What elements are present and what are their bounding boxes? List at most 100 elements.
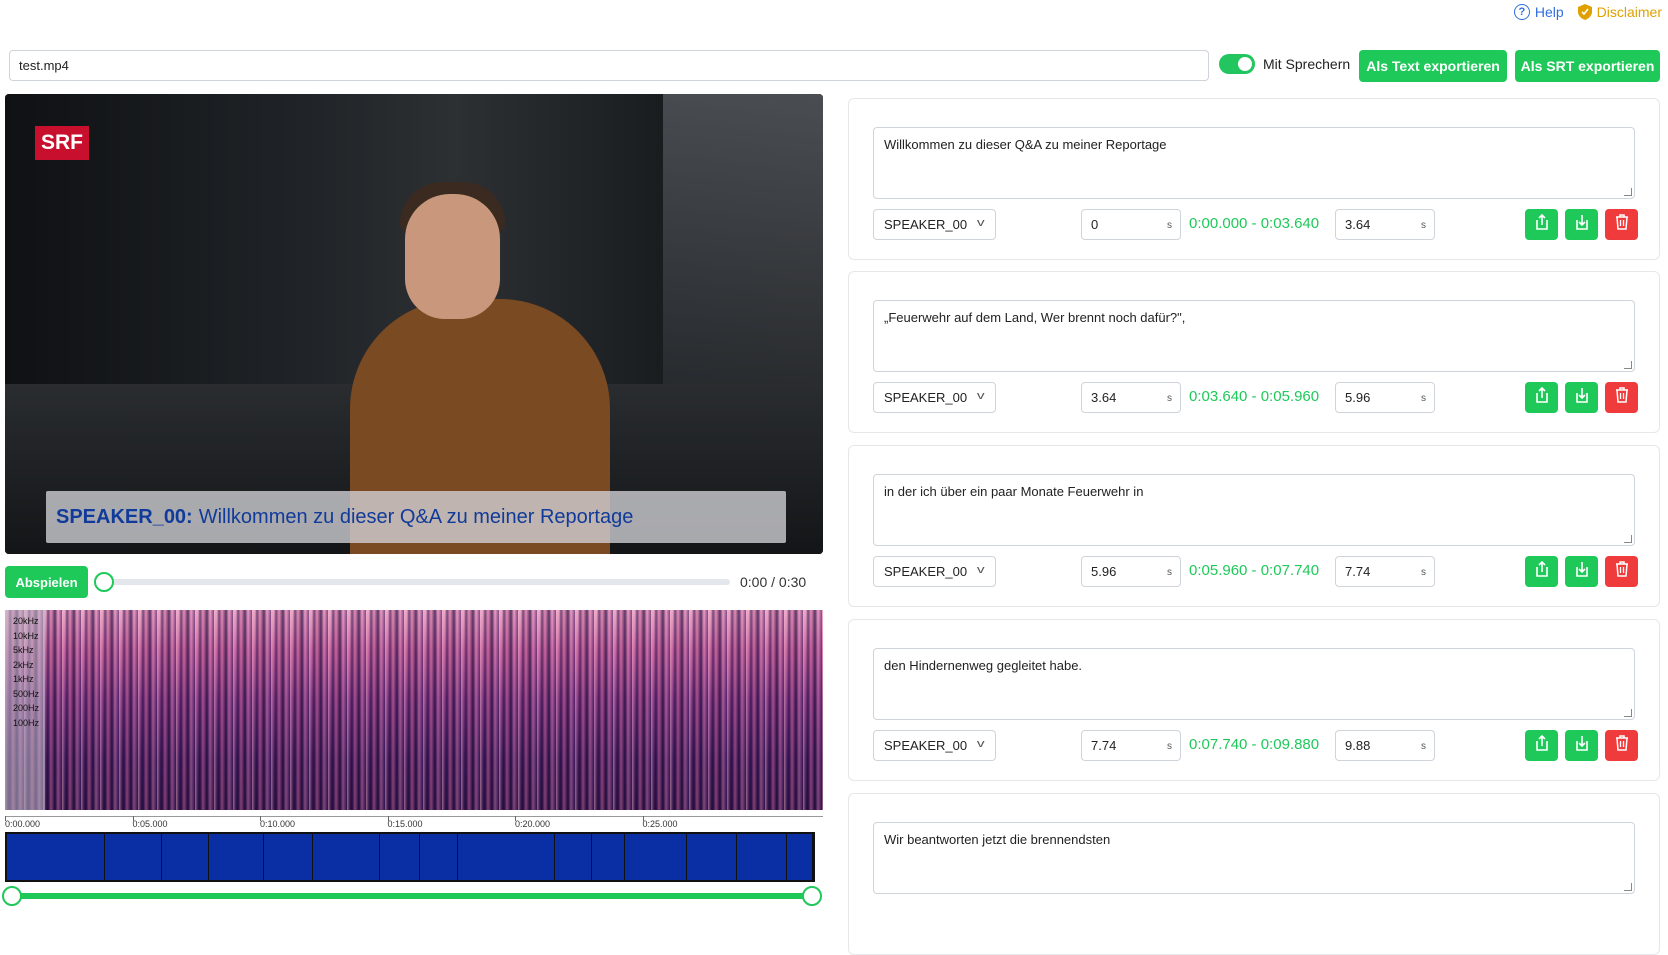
shield-icon xyxy=(1577,4,1592,20)
segment-block[interactable] xyxy=(7,834,105,880)
export-text-button[interactable]: Als Text exportieren xyxy=(1359,50,1507,82)
frequency-label: 20kHz xyxy=(13,616,39,626)
start-time-input[interactable]: 3.64 s xyxy=(1081,382,1181,413)
segment-block[interactable] xyxy=(787,834,813,880)
segment-block[interactable] xyxy=(458,834,556,880)
merge-down-button[interactable] xyxy=(1565,730,1598,761)
upload-icon xyxy=(1534,734,1550,757)
end-time-input[interactable]: 9.88 s xyxy=(1335,730,1435,761)
unit-label: s xyxy=(1421,567,1426,578)
disclaimer-label: Disclaimer xyxy=(1596,4,1662,20)
video-person-head xyxy=(405,194,500,319)
upload-icon xyxy=(1534,560,1550,583)
unit-label: s xyxy=(1167,567,1172,578)
file-name: test.mp4 xyxy=(19,58,69,73)
frequency-label: 10kHz xyxy=(13,630,39,641)
time-tick-label: 0:15.000 xyxy=(387,816,423,829)
download-icon xyxy=(1574,213,1590,236)
speaker-select[interactable]: SPEAKER_00 v xyxy=(873,209,996,240)
merge-down-button[interactable] xyxy=(1565,209,1598,240)
speakers-toggle[interactable] xyxy=(1219,54,1255,74)
segment-block[interactable] xyxy=(162,834,209,880)
speakers-toggle-label: Mit Sprechern xyxy=(1263,56,1351,72)
start-time-input[interactable]: 7.74 s xyxy=(1081,730,1181,761)
export-srt-button[interactable]: Als SRT exportieren xyxy=(1515,50,1660,82)
trash-icon xyxy=(1615,387,1629,408)
speaker-value: SPEAKER_00 xyxy=(884,390,968,405)
unit-label: s xyxy=(1421,741,1426,752)
merge-down-button[interactable] xyxy=(1565,382,1598,413)
video-player[interactable]: SRF SPEAKER_00: Willkommen zu dieser Q&A… xyxy=(5,94,823,554)
caption-speaker: SPEAKER_00: xyxy=(56,505,193,528)
segment-block[interactable] xyxy=(209,834,264,880)
segment-block[interactable] xyxy=(264,834,314,880)
range-start-handle[interactable] xyxy=(2,886,22,906)
delete-button[interactable] xyxy=(1605,730,1638,761)
segment-block[interactable] xyxy=(555,834,593,880)
end-time-input[interactable]: 7.74 s xyxy=(1335,556,1435,587)
end-time-input[interactable]: 3.64 s xyxy=(1335,209,1435,240)
disclaimer-link[interactable]: Disclaimer xyxy=(1577,4,1662,20)
speaker-value: SPEAKER_00 xyxy=(884,564,968,579)
playback-slider[interactable] xyxy=(94,572,730,592)
segment-card: „Feuerwehr auf dem Land, Wer brennt noch… xyxy=(848,271,1660,433)
segment-text-input[interactable]: Wir beantworten jetzt die brennendsten xyxy=(873,822,1635,894)
time-tick-label: 0:25.000 xyxy=(642,816,678,829)
segment-text-input[interactable]: „Feuerwehr auf dem Land, Wer brennt noch… xyxy=(873,300,1635,372)
frequency-label: 100Hz xyxy=(13,717,40,728)
delete-button[interactable] xyxy=(1605,209,1638,240)
segment-block[interactable] xyxy=(737,834,788,880)
time-tick-label: 0:00.000 xyxy=(5,816,41,829)
merge-up-button[interactable] xyxy=(1525,209,1558,240)
speaker-select[interactable]: SPEAKER_00 v xyxy=(873,556,996,587)
merge-up-button[interactable] xyxy=(1525,556,1558,587)
file-name-field[interactable]: test.mp4 xyxy=(9,50,1209,81)
segment-block[interactable] xyxy=(625,834,687,880)
segment-card: Wir beantworten jetzt die brennendsten xyxy=(848,793,1660,955)
merge-up-button[interactable] xyxy=(1525,382,1558,413)
download-icon xyxy=(1574,734,1590,757)
zoom-range-slider[interactable] xyxy=(2,886,822,906)
segment-card: Willkommen zu dieser Q&A zu meiner Repor… xyxy=(848,98,1660,260)
segment-block[interactable] xyxy=(313,834,381,880)
chevron-down-icon: v xyxy=(976,564,985,576)
segment-block[interactable] xyxy=(105,834,163,880)
range-end-handle[interactable] xyxy=(802,886,822,906)
delete-button[interactable] xyxy=(1605,382,1638,413)
merge-up-button[interactable] xyxy=(1525,730,1558,761)
segment-time-range: 0:05.960 - 0:07.740 xyxy=(1189,562,1320,579)
end-time-value: 5.96 xyxy=(1345,390,1371,405)
start-time-input[interactable]: 0s xyxy=(1081,209,1181,240)
download-icon xyxy=(1574,560,1590,583)
speaker-select[interactable]: SPEAKER_00 v xyxy=(873,730,996,761)
segment-text-input[interactable]: in der ich über ein paar Monate Feuerweh… xyxy=(873,474,1635,546)
trash-icon xyxy=(1615,214,1629,235)
spectrogram[interactable]: 20kHz 10kHz 5kHz 2kHz 1kHz 500Hz 200Hz 100Hz xyxy=(5,610,823,810)
segments-timeline[interactable] xyxy=(5,832,815,882)
segment-block[interactable] xyxy=(687,834,738,880)
start-time-input[interactable]: 5.96 s xyxy=(1081,556,1181,587)
top-links: ? Help Disclaimer xyxy=(1513,0,1668,24)
time-tick-label: 0:05.000 xyxy=(132,816,168,829)
end-time-input[interactable]: 5.96 s xyxy=(1335,382,1435,413)
trash-icon xyxy=(1615,735,1629,756)
play-button[interactable]: Abspielen xyxy=(5,566,88,598)
start-time-value: 5.96 xyxy=(1091,564,1117,579)
segment-block[interactable] xyxy=(380,834,420,880)
segment-time-range: 0:07.740 - 0:09.880 xyxy=(1189,736,1320,753)
segment-block[interactable] xyxy=(592,834,625,880)
speaker-select[interactable]: SPEAKER_00 v xyxy=(873,382,996,413)
help-link[interactable]: ? Help xyxy=(1513,4,1564,20)
segment-controls: SPEAKER_00 v 7.74 s 0:07.740 - 0:09.880 9.88 s xyxy=(873,730,1638,761)
speaker-value: SPEAKER_00 xyxy=(884,738,968,753)
upload-icon xyxy=(1534,213,1550,236)
end-time-value: 9.88 xyxy=(1345,738,1371,753)
segment-text-input[interactable]: den Hindernenweg gegleitet habe. xyxy=(873,648,1635,720)
delete-button[interactable] xyxy=(1605,556,1638,587)
segment-text-input[interactable]: Willkommen zu dieser Q&A zu meiner Repor… xyxy=(873,127,1635,199)
frequency-labels: 20kHz 10kHz 5kHz 2kHz 1kHz 500Hz 200Hz 100Hz xyxy=(13,614,39,730)
merge-down-button[interactable] xyxy=(1565,556,1598,587)
segment-block[interactable] xyxy=(420,834,458,880)
help-label: Help xyxy=(1534,4,1564,20)
playback-slider-handle[interactable] xyxy=(94,572,114,592)
